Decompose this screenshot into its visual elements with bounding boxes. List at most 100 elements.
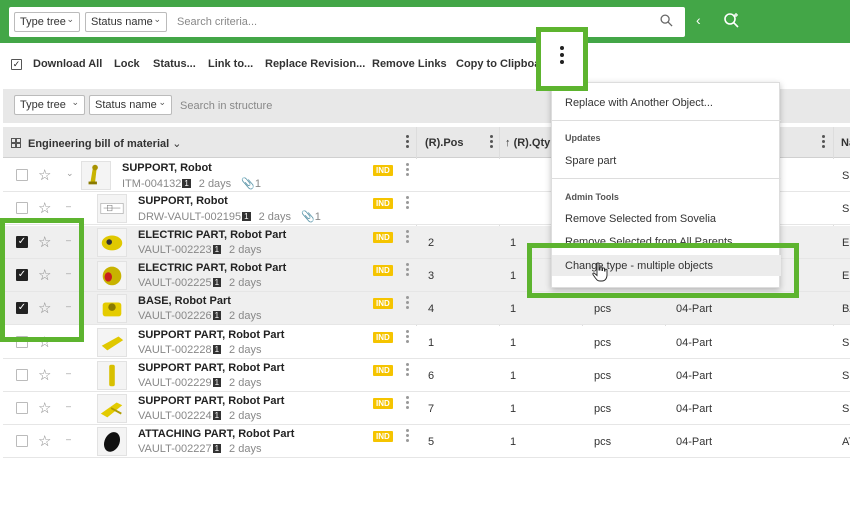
paperclip-icon: 📎 [301, 211, 315, 223]
star-icon[interactable]: ☆ [38, 166, 51, 184]
part-name[interactable]: BASE, Robot Part [138, 295, 231, 307]
part-number: VAULT-002226 [138, 310, 212, 322]
menu-item-spare-part[interactable]: Spare part [565, 155, 616, 167]
column-qty-label: (R).Qty [513, 137, 551, 149]
pos-cell: 2 [428, 237, 435, 249]
row-menu-icon[interactable] [406, 296, 409, 311]
row-menu-icon[interactable] [406, 396, 409, 411]
part-name[interactable]: ATTACHING PART, Robot Part [138, 428, 294, 440]
row-checkbox[interactable] [16, 402, 28, 414]
star-icon[interactable]: ☆ [38, 432, 51, 450]
part-thumbnail[interactable] [97, 427, 127, 456]
download-all-button[interactable]: Download All [33, 58, 102, 70]
chevron-down-icon: ⌄ [153, 14, 161, 24]
part-thumbnail[interactable] [97, 261, 127, 290]
replace-revision-button[interactable]: Replace Revision... [265, 58, 365, 70]
table-row[interactable]: ☆ – SUPPORT PART, Robot Part VAULT-002228 1 2… [3, 326, 850, 359]
filter-type-tree-dropdown[interactable]: Type tree ⌄ [14, 95, 85, 115]
status-button[interactable]: Status... [153, 58, 196, 70]
part-thumbnail[interactable] [97, 361, 127, 390]
part-name[interactable]: SUPPORT, Robot [122, 162, 212, 174]
collapse-left-icon[interactable]: ‹ [696, 12, 701, 28]
select-all-checkbox[interactable]: ✓ [11, 59, 22, 70]
type-cell: 04-Part [676, 403, 713, 415]
star-icon[interactable]: ☆ [38, 399, 51, 417]
qty-cell: 1 [510, 270, 517, 282]
row-menu-icon[interactable] [406, 263, 409, 278]
part-thumbnail[interactable] [97, 194, 127, 223]
lock-button[interactable]: Lock [114, 58, 140, 70]
type-tree-dropdown[interactable]: Type tree ⌄ [14, 12, 80, 32]
row-menu-icon[interactable] [406, 230, 409, 245]
row-menu-icon[interactable] [406, 429, 409, 444]
table-row[interactable]: ☆ – SUPPORT PART, Robot Part VAULT-002229 1 2… [3, 359, 850, 392]
column-menu-icon[interactable] [406, 135, 409, 150]
table-row[interactable]: ☆ – SUPPORT PART, Robot Part VAULT-002224 1 2… [3, 392, 850, 425]
menu-item-replace-object[interactable]: Replace with Another Object... [565, 97, 713, 109]
row-menu-icon[interactable] [406, 330, 409, 345]
row-checkbox[interactable] [16, 169, 28, 181]
structure-search-input[interactable]: Search in structure [180, 100, 272, 112]
name-cell: AT [842, 436, 850, 448]
part-thumbnail[interactable] [97, 328, 127, 357]
row-menu-icon[interactable] [406, 196, 409, 211]
attachment-count[interactable]: 📎1 [241, 178, 261, 190]
revision-badge: 1 [242, 212, 251, 221]
attachment-count-value: 1 [314, 211, 321, 223]
row-menu-icon[interactable] [406, 163, 409, 178]
part-thumbnail[interactable] [97, 294, 127, 323]
type-tree-label: Type tree [20, 16, 66, 28]
status-badge: IND [373, 265, 393, 276]
part-number: ITM-004132 [122, 178, 182, 190]
part-name[interactable]: ELECTRIC PART, Robot Part [138, 229, 286, 241]
part-thumbnail[interactable] [97, 394, 127, 423]
row-checkbox[interactable] [16, 369, 28, 381]
menu-item-remove-from-sovelia[interactable]: Remove Selected from Sovelia [565, 213, 716, 225]
attachment-count[interactable]: 📎1 [301, 211, 321, 223]
part-name[interactable]: SUPPORT PART, Robot Part [138, 395, 284, 407]
part-name[interactable]: SUPPORT PART, Robot Part [138, 362, 284, 374]
status-name-dropdown[interactable]: Status name ⌄ [85, 12, 167, 32]
star-icon[interactable]: ☆ [38, 366, 51, 384]
more-actions-button[interactable] [536, 27, 588, 91]
table-row[interactable]: ☆ – ATTACHING PART, Robot Part VAULT-002227… [3, 425, 850, 458]
column-menu-icon[interactable] [490, 135, 493, 150]
tree-connector: ⌄ [66, 168, 74, 178]
row-checkbox[interactable] [16, 202, 28, 214]
modified-age: 2 days [229, 310, 262, 322]
star-icon[interactable]: ☆ [38, 199, 51, 217]
pos-cell: 1 [428, 337, 435, 349]
part-thumbnail[interactable] [97, 228, 127, 257]
search-icon[interactable] [660, 14, 673, 27]
column-pos-header[interactable]: (R).Pos [425, 137, 464, 149]
sort-up-icon: ↑ [505, 137, 511, 149]
name-cell: EL [842, 237, 850, 249]
filter-status-name-dropdown[interactable]: Status name ⌄ [89, 95, 172, 115]
remove-links-button[interactable]: Remove Links [372, 58, 447, 70]
row-menu-icon[interactable] [406, 363, 409, 378]
status-badge: IND [373, 332, 393, 343]
modified-age: 2 days [229, 344, 262, 356]
modified-age: 2 days [229, 377, 262, 389]
column-qty-header[interactable]: ↑ (R).Qty [505, 137, 550, 149]
link-to-button[interactable]: Link to... [208, 58, 253, 70]
paperclip-icon: 📎 [241, 178, 255, 190]
unit-cell: pcs [594, 403, 612, 415]
column-structure-header[interactable]: Engineering bill of material ⌄ [28, 137, 181, 150]
chevron-down-icon: ⌄ [71, 97, 79, 107]
search-input[interactable]: Search criteria... [177, 16, 257, 28]
part-thumbnail[interactable] [81, 161, 111, 190]
part-name[interactable]: SUPPORT, Robot [138, 195, 228, 207]
part-name[interactable]: SUPPORT PART, Robot Part [138, 329, 284, 341]
column-menu-icon[interactable] [822, 135, 825, 150]
column-name-header[interactable]: Na [841, 137, 850, 149]
row-checkbox[interactable] [16, 435, 28, 447]
part-name[interactable]: ELECTRIC PART, Robot Part [138, 262, 286, 274]
unit-cell: pcs [594, 436, 612, 448]
part-number: VAULT-002224 [138, 410, 212, 422]
part-number: VAULT-002229 [138, 377, 212, 389]
type-cell: 04-Part [676, 436, 713, 448]
advanced-search-icon[interactable] [723, 12, 740, 29]
unit-cell: pcs [594, 370, 612, 382]
part-id: VAULT-002228 1 2 days [138, 344, 261, 356]
